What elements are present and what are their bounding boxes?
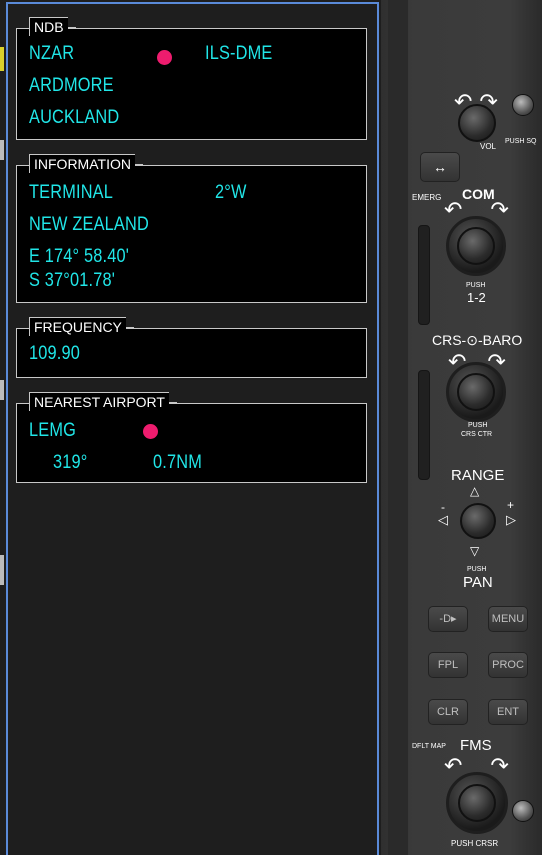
bezel-slot bbox=[418, 225, 430, 325]
plus-icon: + bbox=[507, 498, 515, 512]
rotate-arrow-icon: ↶ ↷ bbox=[454, 90, 498, 115]
ent-button[interactable]: ENT bbox=[488, 699, 528, 725]
dflt-map-label: DFLT MAP bbox=[412, 743, 446, 750]
menu-button[interactable]: MENU bbox=[488, 606, 528, 632]
ndb-title: NDB bbox=[29, 17, 76, 36]
com-push-label: PUSH bbox=[466, 282, 486, 289]
information-title: INFORMATION bbox=[29, 154, 143, 173]
range-joystick[interactable] bbox=[460, 503, 496, 539]
com-one-two-label: 1-2 bbox=[467, 290, 486, 305]
information-panel: INFORMATION TERMINAL 2°W NEW ZEALAND E 1… bbox=[16, 154, 367, 303]
bezel-strip bbox=[388, 0, 408, 855]
minus-icon: - bbox=[441, 500, 445, 514]
nearest-airport-ident[interactable]: LEMG bbox=[29, 420, 76, 442]
push-sq-label: PUSH SQ bbox=[505, 138, 537, 145]
ndb-city: AUCKLAND bbox=[29, 107, 120, 128]
screw-icon bbox=[512, 94, 534, 116]
info-country: NEW ZEALAND bbox=[29, 214, 149, 235]
nearest-airport-panel: NEAREST AIRPORT LEMG 319° 0.7NM bbox=[16, 392, 367, 483]
screw-icon bbox=[512, 800, 534, 822]
frequency-value: 109.90 bbox=[29, 343, 81, 364]
info-latitude: S 37°01.78' bbox=[29, 270, 116, 291]
waypoint-dot-icon bbox=[157, 50, 172, 65]
range-label: RANGE bbox=[451, 467, 505, 484]
left-arrow-icon: ◁ bbox=[438, 512, 448, 527]
crs-knob-inner[interactable] bbox=[457, 373, 495, 411]
edge-marker bbox=[0, 555, 4, 585]
range-push-label: PUSH bbox=[467, 566, 487, 573]
bezel-slot bbox=[418, 370, 430, 480]
freq-swap-button[interactable]: ↔ bbox=[420, 152, 460, 182]
info-magvar: 2°W bbox=[215, 182, 247, 203]
frequency-title: FREQUENCY bbox=[29, 317, 134, 336]
ndb-name: ARDMORE bbox=[29, 75, 114, 96]
vol-label: VOL bbox=[480, 142, 497, 151]
airport-dot-icon bbox=[143, 424, 158, 439]
push-crsr-label: PUSH CRSR bbox=[451, 839, 499, 848]
fms-knob-inner[interactable] bbox=[458, 784, 496, 822]
emerg-label: EMERG bbox=[412, 193, 442, 202]
nearest-airport-title: NEAREST AIRPORT bbox=[29, 392, 177, 411]
direct-to-button[interactable]: -D▸ bbox=[428, 606, 468, 632]
ndb-type: ILS-DME bbox=[205, 43, 273, 64]
ndb-panel: NDB NZAR ILS-DME ARDMORE AUCKLAND bbox=[16, 17, 367, 140]
fpl-button[interactable]: FPL bbox=[428, 652, 468, 678]
ndb-ident[interactable]: NZAR bbox=[29, 43, 74, 65]
down-arrow-icon: ▽ bbox=[470, 544, 480, 558]
nearest-airport-distance: 0.7NM bbox=[153, 452, 202, 473]
fms-label: FMS bbox=[460, 737, 492, 754]
com-knob-inner[interactable] bbox=[457, 227, 495, 265]
info-longitude: E 174° 58.40' bbox=[29, 246, 130, 267]
crs-push-label: PUSH bbox=[468, 422, 488, 429]
proc-button[interactable]: PROC bbox=[488, 652, 528, 678]
clr-button[interactable]: CLR bbox=[428, 699, 468, 725]
right-arrow-icon: ▷ bbox=[506, 512, 516, 527]
edge-marker bbox=[0, 47, 4, 71]
frequency-panel: FREQUENCY 109.90 bbox=[16, 317, 367, 378]
edge-marker bbox=[0, 140, 4, 160]
pan-label: PAN bbox=[463, 574, 493, 591]
crs-ctr-label: CRS CTR bbox=[461, 431, 493, 438]
up-arrow-icon: △ bbox=[470, 484, 480, 498]
mfd-screen: NDB NZAR ILS-DME ARDMORE AUCKLAND INFORM… bbox=[0, 0, 381, 855]
info-region: TERMINAL bbox=[29, 182, 113, 203]
edge-marker bbox=[0, 380, 4, 400]
nearest-airport-bearing: 319° bbox=[53, 452, 88, 473]
crs-baro-label: CRS-⊙-BARO bbox=[432, 332, 523, 348]
